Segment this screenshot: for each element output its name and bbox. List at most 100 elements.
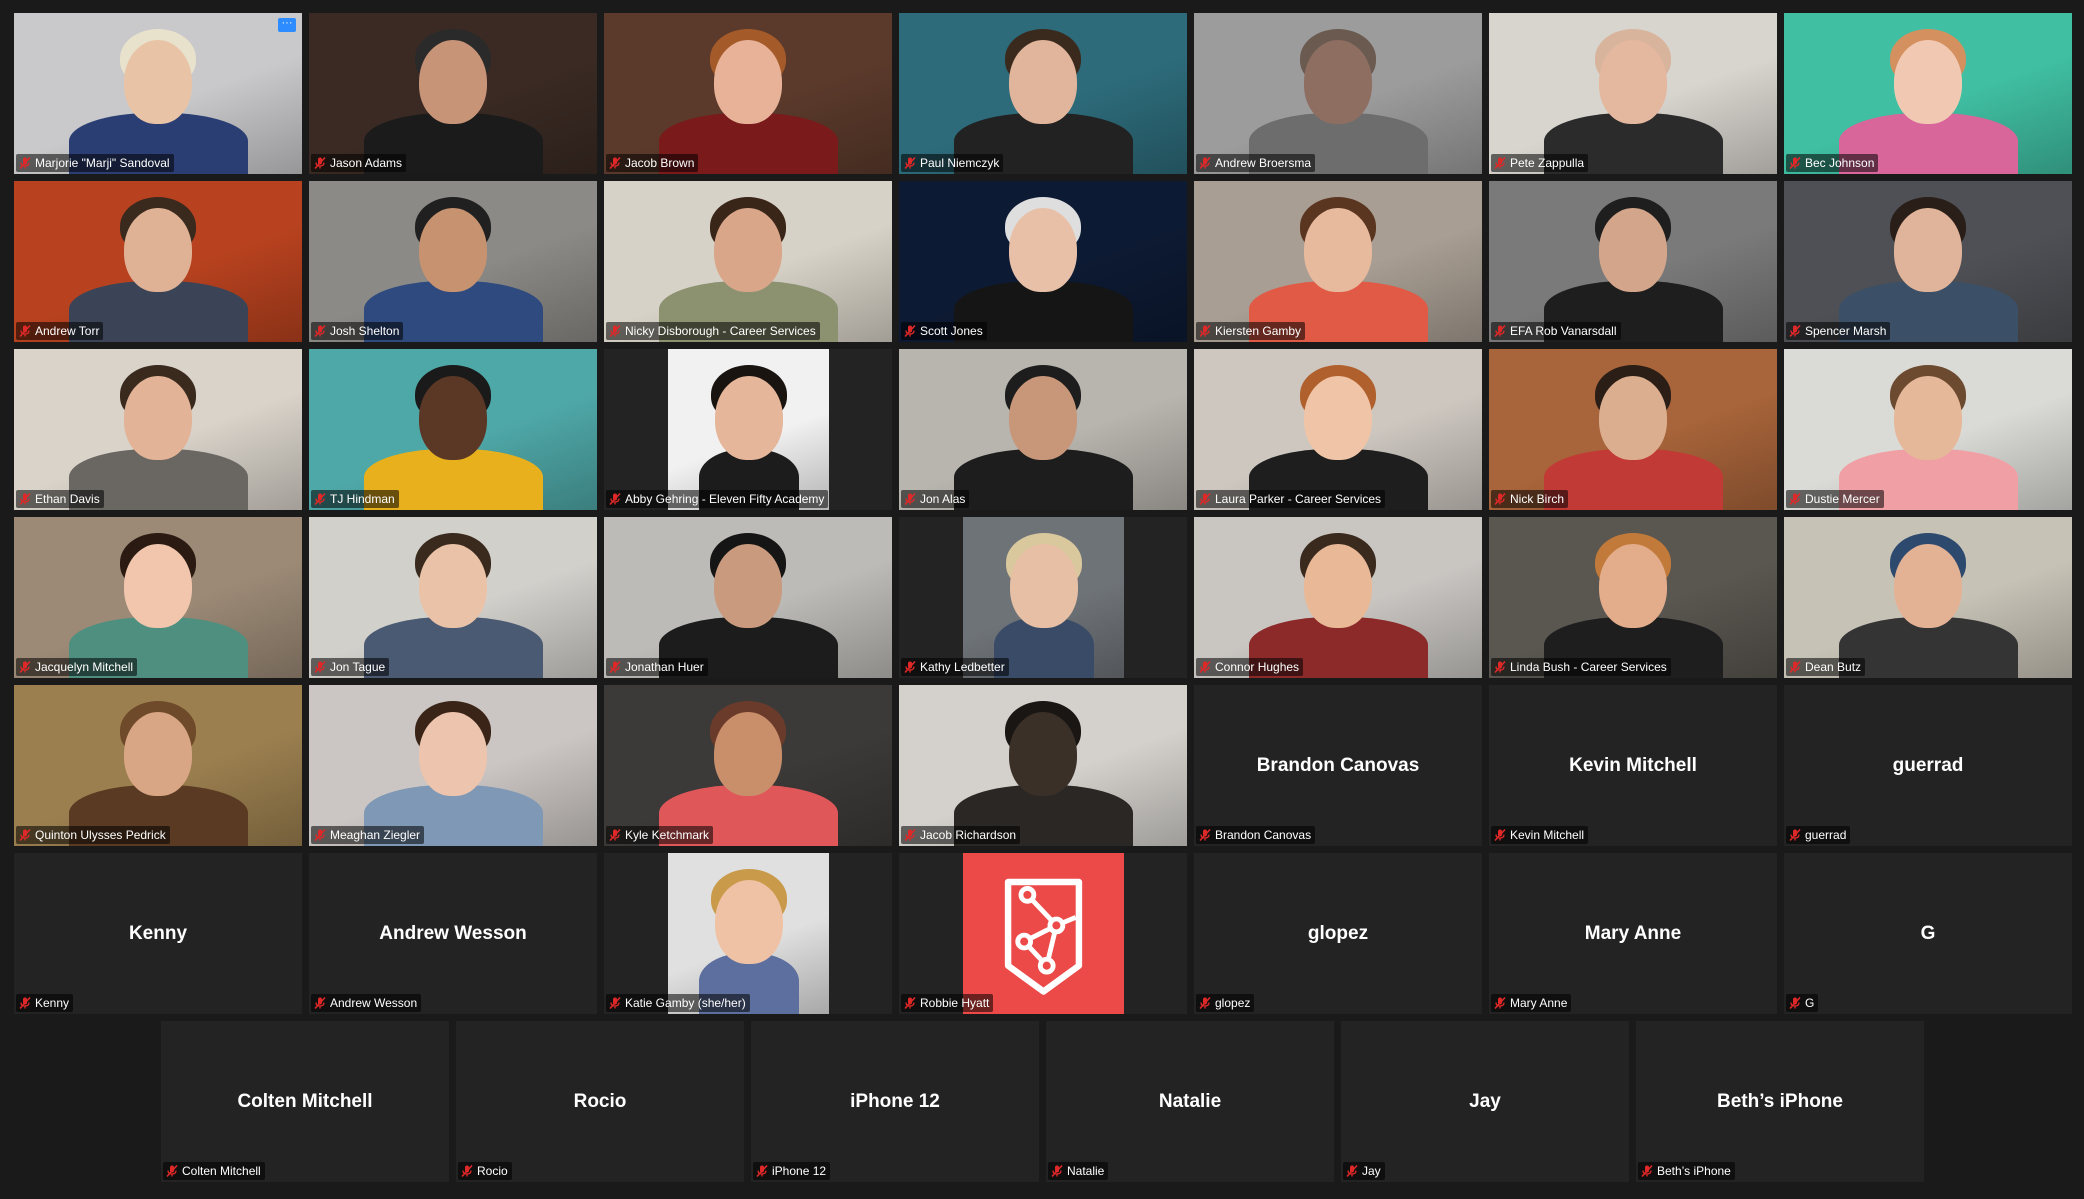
participant-tile[interactable]: Kenny Kenny bbox=[14, 853, 302, 1014]
participant-tile[interactable]: Katie Gamby (she/her) bbox=[604, 853, 892, 1014]
participant-tile[interactable]: Jacquelyn Mitchell bbox=[14, 517, 302, 678]
participant-name: Jay bbox=[1362, 1164, 1381, 1178]
participant-tile[interactable]: Scott Jones bbox=[899, 181, 1187, 342]
participant-tile[interactable]: Andrew Broersma bbox=[1194, 13, 1482, 174]
participant-tile[interactable]: Jay Jay bbox=[1341, 1021, 1629, 1182]
participant-name: Nick Birch bbox=[1510, 492, 1565, 506]
mic-muted-icon bbox=[314, 996, 326, 1010]
participant-tile[interactable]: Meaghan Ziegler bbox=[309, 685, 597, 846]
participant-video-feed bbox=[309, 517, 597, 678]
participant-tile[interactable]: EFA Rob Vanarsdall bbox=[1489, 181, 1777, 342]
participant-name: Abby Gehring - Eleven Fifty Academy bbox=[625, 492, 825, 506]
person-face bbox=[1894, 544, 1962, 628]
participant-tile[interactable]: Dustie Mercer bbox=[1784, 349, 2072, 510]
participant-tile[interactable]: Laura Parker - Career Services bbox=[1194, 349, 1482, 510]
participant-name-label: Ethan Davis bbox=[16, 490, 104, 508]
participant-tile[interactable]: TJ Hindman bbox=[309, 349, 597, 510]
participant-tile[interactable]: Robbie Hyatt bbox=[899, 853, 1187, 1014]
participant-tile[interactable]: Jon Alas bbox=[899, 349, 1187, 510]
participant-tile[interactable]: Nicky Disborough - Career Services bbox=[604, 181, 892, 342]
participant-tile[interactable]: Jason Adams bbox=[309, 13, 597, 174]
participant-tile[interactable]: glopez glopez bbox=[1194, 853, 1482, 1014]
participant-tile[interactable]: GG bbox=[1784, 853, 2072, 1014]
participant-display-name: Rocio bbox=[573, 1090, 627, 1112]
mic-muted-icon bbox=[1199, 492, 1211, 506]
participant-name-label: Josh Shelton bbox=[311, 322, 404, 340]
participant-name: Paul Niemczyk bbox=[920, 156, 1000, 170]
participant-tile[interactable]: iPhone 12 iPhone 12 bbox=[751, 1021, 1039, 1182]
participant-display-name: Mary Anne bbox=[1584, 922, 1682, 944]
mic-muted-icon bbox=[19, 996, 31, 1010]
participant-tile[interactable]: Abby Gehring - Eleven Fifty Academy bbox=[604, 349, 892, 510]
participant-tile[interactable]: guerrad guerrad bbox=[1784, 685, 2072, 846]
mic-muted-icon bbox=[166, 1164, 178, 1178]
person-face bbox=[1304, 40, 1372, 124]
participant-name: Dean Butz bbox=[1805, 660, 1862, 674]
participant-name: iPhone 12 bbox=[772, 1164, 827, 1178]
participant-display-name: glopez bbox=[1307, 922, 1369, 944]
participant-tile[interactable]: Kiersten Gamby bbox=[1194, 181, 1482, 342]
participant-name: Josh Shelton bbox=[330, 324, 400, 338]
participant-tile[interactable]: Pete Zappulla bbox=[1489, 13, 1777, 174]
participant-tile[interactable]: Rocio Rocio bbox=[456, 1021, 744, 1182]
participant-tile[interactable]: Paul Niemczyk bbox=[899, 13, 1187, 174]
participant-video-feed bbox=[309, 685, 597, 846]
participant-name-label: TJ Hindman bbox=[311, 490, 399, 508]
person-face bbox=[1599, 376, 1667, 460]
participant-tile[interactable]: Andrew Wesson Andrew Wesson bbox=[309, 853, 597, 1014]
mic-muted-icon bbox=[1199, 996, 1211, 1010]
participant-name-label: Scott Jones bbox=[901, 322, 987, 340]
participant-video-feed bbox=[14, 13, 302, 174]
participant-video-feed bbox=[604, 13, 892, 174]
participant-name-label: Brandon Canovas bbox=[1196, 826, 1316, 844]
participant-tile[interactable]: Dean Butz bbox=[1784, 517, 2072, 678]
participant-name-label: Laura Parker - Career Services bbox=[1196, 490, 1386, 508]
participant-tile[interactable]: Colten Mitchell Colten Mitchell bbox=[161, 1021, 449, 1182]
person-face bbox=[419, 712, 487, 796]
more-options-button[interactable]: ··· bbox=[278, 18, 296, 32]
participant-name-label: Rocio bbox=[458, 1162, 512, 1180]
participant-name-label: Jon Alas bbox=[901, 490, 970, 508]
participant-tile[interactable]: Connor Hughes bbox=[1194, 517, 1482, 678]
mic-muted-icon bbox=[1789, 156, 1801, 170]
participant-tile[interactable]: Josh Shelton bbox=[309, 181, 597, 342]
participant-tile[interactable]: Kevin Mitchell Kevin Mitchell bbox=[1489, 685, 1777, 846]
participant-tile[interactable]: Mary Anne Mary Anne bbox=[1489, 853, 1777, 1014]
participant-tile[interactable]: Marjorie "Marji" Sandoval ··· bbox=[14, 13, 302, 174]
participant-name: Andrew Broersma bbox=[1215, 156, 1312, 170]
participant-tile[interactable]: Kyle Ketchmark bbox=[604, 685, 892, 846]
participant-name: Quinton Ulysses Pedrick bbox=[35, 828, 166, 842]
participant-tile[interactable]: Nick Birch bbox=[1489, 349, 1777, 510]
mic-muted-icon bbox=[904, 996, 916, 1010]
participant-tile[interactable]: Jon Tague bbox=[309, 517, 597, 678]
participant-tile[interactable]: Kathy Ledbetter bbox=[899, 517, 1187, 678]
participant-name-label: Bec Johnson bbox=[1786, 154, 1879, 172]
person-face bbox=[419, 40, 487, 124]
participant-tile[interactable]: Linda Bush - Career Services bbox=[1489, 517, 1777, 678]
participant-tile[interactable]: Jonathan Huer bbox=[604, 517, 892, 678]
person-face bbox=[1010, 544, 1078, 628]
participant-tile[interactable]: Andrew Torr bbox=[14, 181, 302, 342]
participant-tile[interactable]: Quinton Ulysses Pedrick bbox=[14, 685, 302, 846]
participant-tile[interactable]: Spencer Marsh bbox=[1784, 181, 2072, 342]
participant-name: glopez bbox=[1215, 996, 1251, 1010]
participant-tile[interactable]: Bec Johnson bbox=[1784, 13, 2072, 174]
participant-tile[interactable]: Natalie Natalie bbox=[1046, 1021, 1334, 1182]
mic-muted-icon bbox=[904, 156, 916, 170]
participant-tile[interactable]: Beth’s iPhone Beth’s iPhone bbox=[1636, 1021, 1924, 1182]
person-face bbox=[715, 880, 783, 964]
participant-tile[interactable]: Jacob Richardson bbox=[899, 685, 1187, 846]
participant-name: Scott Jones bbox=[920, 324, 983, 338]
participant-video-feed bbox=[1784, 517, 2072, 678]
participant-name: Beth’s iPhone bbox=[1657, 1164, 1731, 1178]
participant-tile[interactable]: Jacob Brown bbox=[604, 13, 892, 174]
person-face bbox=[1304, 208, 1372, 292]
participant-name-label: Paul Niemczyk bbox=[901, 154, 1004, 172]
mic-muted-icon bbox=[1494, 996, 1506, 1010]
participant-name-label: guerrad bbox=[1786, 826, 1851, 844]
participant-tile[interactable]: Ethan Davis bbox=[14, 349, 302, 510]
person-face bbox=[1599, 208, 1667, 292]
person-face bbox=[1009, 208, 1077, 292]
mic-muted-icon bbox=[461, 1164, 473, 1178]
participant-tile[interactable]: Brandon Canovas Brandon Canovas bbox=[1194, 685, 1482, 846]
